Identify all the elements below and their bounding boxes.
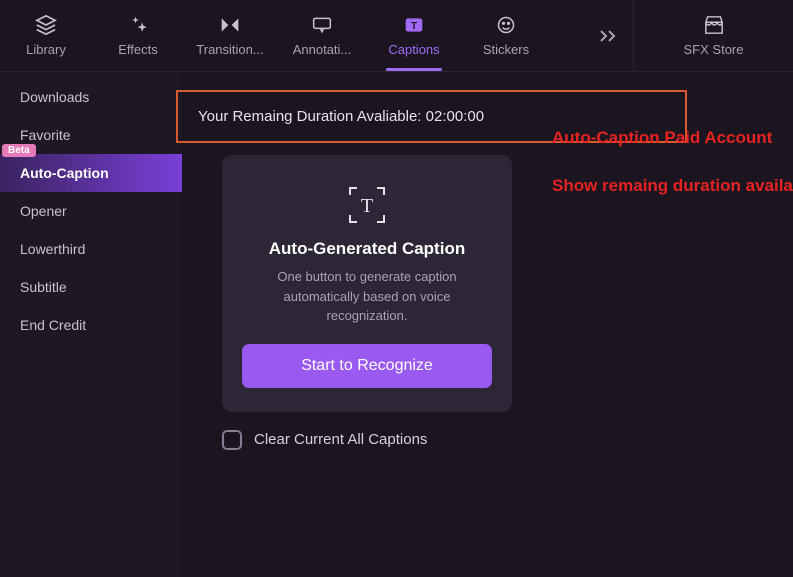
annotation-title: Auto-Caption Paid Account bbox=[552, 128, 772, 148]
sidebar-item-label: End Credit bbox=[20, 317, 86, 333]
sidebar-item-label: Lowerthird bbox=[20, 241, 85, 257]
auto-caption-card: T Auto-Generated Caption One button to g… bbox=[222, 155, 512, 412]
transition-icon bbox=[219, 14, 241, 36]
tab-label: SFX Store bbox=[684, 42, 744, 57]
tab-transition[interactable]: Transition... bbox=[184, 0, 276, 71]
sidebar-item-label: Downloads bbox=[20, 89, 89, 105]
tab-label: Annotati... bbox=[293, 42, 352, 57]
tab-label: Library bbox=[26, 42, 66, 57]
tab-label: Captions bbox=[388, 42, 439, 57]
card-title: Auto-Generated Caption bbox=[242, 239, 492, 259]
sidebar-item-label: Opener bbox=[20, 203, 67, 219]
text-frame-icon: T bbox=[345, 183, 389, 227]
sidebar-item-end-credit[interactable]: End Credit bbox=[0, 306, 182, 344]
clear-captions-checkbox[interactable] bbox=[222, 430, 242, 450]
main-panel: Your Remaing Duration Avaliable: 02:00:0… bbox=[182, 72, 793, 577]
tab-library[interactable]: Library bbox=[0, 0, 92, 71]
overflow-button[interactable] bbox=[583, 0, 633, 71]
stack-icon bbox=[35, 14, 57, 36]
tab-label: Transition... bbox=[196, 42, 263, 57]
tab-captions[interactable]: T Captions bbox=[368, 0, 460, 71]
clear-captions-label: Clear Current All Captions bbox=[254, 431, 427, 448]
start-recognize-button[interactable]: Start to Recognize bbox=[242, 344, 492, 388]
tab-effects[interactable]: Effects bbox=[92, 0, 184, 71]
sparkle-icon bbox=[127, 14, 149, 36]
duration-prefix: Your Remaing Duration Avaliable: bbox=[198, 108, 426, 125]
card-description: One button to generate caption automatic… bbox=[242, 267, 492, 326]
sidebar-item-downloads[interactable]: Downloads bbox=[0, 78, 182, 116]
sidebar-item-label: Auto-Caption bbox=[20, 165, 109, 181]
svg-text:T: T bbox=[411, 21, 417, 32]
store-icon bbox=[703, 14, 725, 36]
annotation-icon bbox=[311, 14, 333, 36]
tab-stickers[interactable]: Stickers bbox=[460, 0, 552, 71]
tab-sfx-store[interactable]: SFX Store bbox=[633, 0, 793, 71]
sticker-icon bbox=[495, 14, 517, 36]
tab-label: Effects bbox=[118, 42, 158, 57]
tab-annotation[interactable]: Annotati... bbox=[276, 0, 368, 71]
sidebar-item-auto-caption[interactable]: Beta Auto-Caption bbox=[0, 154, 182, 192]
sidebar-item-lowerthird[interactable]: Lowerthird bbox=[0, 230, 182, 268]
sidebar: Downloads Favorite Beta Auto-Caption Ope… bbox=[0, 72, 182, 577]
captions-icon: T bbox=[403, 14, 425, 36]
beta-badge: Beta bbox=[2, 144, 36, 157]
svg-text:T: T bbox=[361, 195, 373, 217]
tab-label: Stickers bbox=[483, 42, 529, 57]
sidebar-item-label: Favorite bbox=[20, 127, 71, 143]
sidebar-item-subtitle[interactable]: Subtitle bbox=[0, 268, 182, 306]
sidebar-item-opener[interactable]: Opener bbox=[0, 192, 182, 230]
duration-value: 02:00:00 bbox=[426, 108, 484, 125]
annotation-subtitle: Show remaing duration available of your … bbox=[552, 176, 793, 196]
sidebar-item-label: Subtitle bbox=[20, 279, 67, 295]
